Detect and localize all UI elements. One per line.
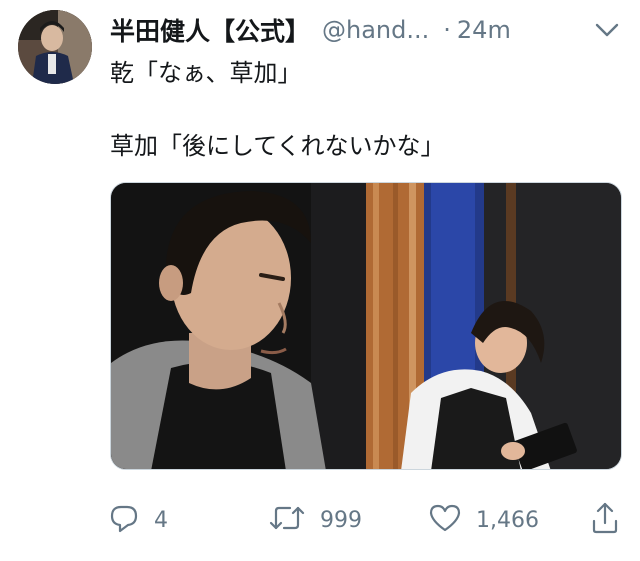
retweet-button[interactable]: 999 [268, 500, 362, 540]
avatar[interactable] [18, 10, 92, 84]
photo-image [111, 183, 621, 469]
tweet-text-line: 草加「後にしてくれないかな」 [110, 132, 445, 160]
chevron-down-icon[interactable] [592, 16, 622, 44]
tweet-photo[interactable] [110, 182, 622, 470]
separator-dot: · [443, 16, 451, 44]
reply-button[interactable]: 4 [108, 500, 168, 540]
heart-icon [428, 502, 462, 538]
tweet-header: 半田健人【公式】 @hand... · 24m [110, 12, 630, 48]
timestamp[interactable]: 24m [457, 16, 511, 44]
share-icon [590, 501, 620, 539]
like-button[interactable]: 1,466 [428, 500, 539, 540]
tweet[interactable]: 半田健人【公式】 @hand... · 24m 乾「なぁ、草加」 草加「後にして… [0, 0, 640, 561]
tweet-actions: 4 999 1,466 [100, 500, 630, 540]
user-handle[interactable]: @hand... [322, 16, 429, 44]
avatar-image [18, 10, 92, 84]
share-button[interactable] [590, 500, 620, 540]
display-name[interactable]: 半田健人【公式】 [110, 12, 310, 48]
retweet-count: 999 [320, 507, 362, 533]
retweet-icon [268, 502, 306, 538]
reply-icon [108, 502, 140, 538]
tweet-text-line: 乾「なぁ、草加」 [110, 59, 302, 87]
reply-count: 4 [154, 507, 168, 533]
like-count: 1,466 [476, 507, 539, 533]
